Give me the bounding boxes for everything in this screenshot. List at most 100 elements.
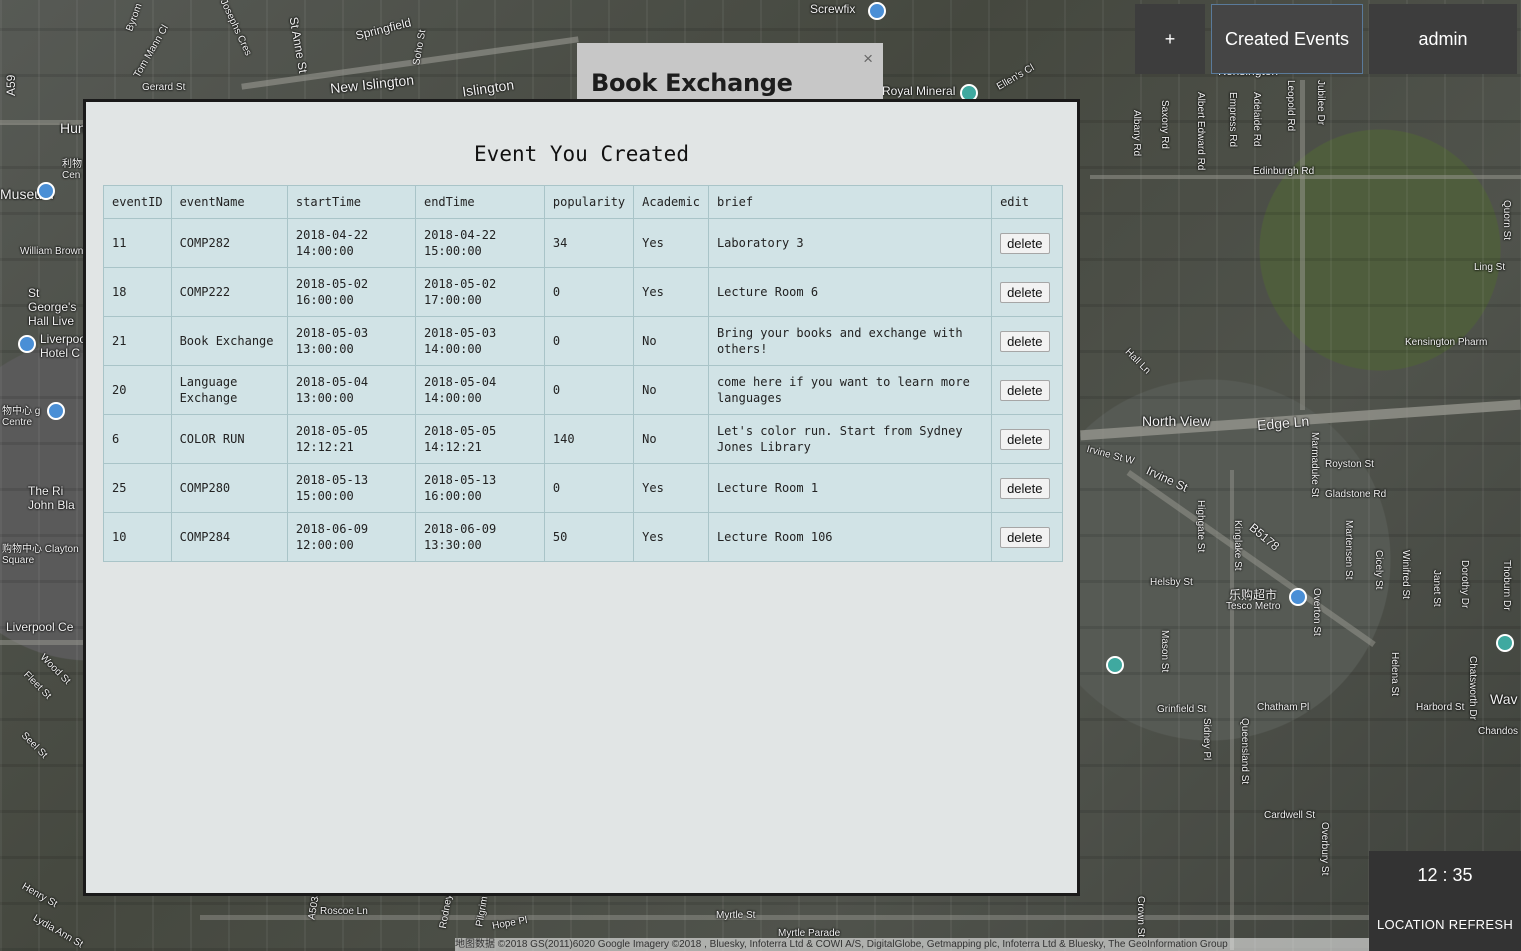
- map-label: Ellen's Cl: [995, 62, 1037, 93]
- map-label: Edge Ln: [1256, 412, 1310, 434]
- map-label: Crown St: [1135, 896, 1146, 938]
- popup-close-icon[interactable]: ×: [863, 49, 873, 69]
- created-events-button[interactable]: Created Events: [1211, 4, 1363, 74]
- map-label: Royal Mineral: [882, 84, 956, 98]
- map-label: Chandos: [1478, 726, 1519, 737]
- cell-starttime: 2018-05-13 15:00:00: [286, 463, 416, 513]
- map-label: Liverpool Ce: [6, 620, 74, 634]
- clock-display: 12 : 35: [1417, 865, 1473, 885]
- cell-academic: No: [633, 414, 709, 464]
- map-label: Cicely St: [1373, 550, 1384, 590]
- cell-eventname: COMP282: [170, 218, 288, 268]
- column-header-starttime: startTime: [286, 185, 416, 219]
- delete-button[interactable]: delete: [1000, 379, 1050, 401]
- cell-eventname: Book Exchange: [170, 316, 288, 366]
- cell-endtime: 2018-05-04 14:00:00: [414, 365, 545, 415]
- map-pin-icon[interactable]: [1496, 634, 1514, 652]
- created-events-modal: Event You Created eventID eventName star…: [83, 99, 1080, 896]
- cell-brief: Lecture Room 6: [707, 267, 993, 317]
- cell-edit: delete: [991, 218, 1063, 268]
- map-label: Thoburn Dr: [1501, 560, 1512, 611]
- table-row: 11 COMP282 2018-04-22 14:00:00 2018-04-2…: [103, 218, 1063, 268]
- popup-title: Book Exchange: [591, 69, 793, 97]
- map-pin-icon[interactable]: [1289, 588, 1307, 606]
- delete-button[interactable]: delete: [1000, 428, 1050, 450]
- cell-starttime: 2018-05-03 13:00:00: [286, 316, 416, 366]
- map-label: Wav: [1490, 691, 1518, 707]
- cell-brief: come here if you want to learn more lang…: [707, 365, 993, 415]
- cell-popularity: 0: [543, 267, 635, 317]
- delete-button[interactable]: delete: [1000, 477, 1050, 499]
- cell-starttime: 2018-04-22 14:00:00: [286, 218, 416, 268]
- column-header-endtime: endTime: [414, 185, 545, 219]
- map-label: Roscoe Ln: [320, 906, 368, 917]
- map-label: Overton St: [1311, 588, 1322, 636]
- map-label: William Brown: [20, 246, 84, 257]
- map-pin-icon[interactable]: [47, 402, 65, 420]
- map-label: Josephs Cres: [217, 0, 254, 58]
- map-label: Henry St: [19, 881, 60, 910]
- map-label: Harbord St: [1416, 702, 1465, 713]
- cell-popularity: 0: [543, 365, 635, 415]
- admin-user-button[interactable]: admin: [1369, 4, 1517, 74]
- column-header-brief: brief: [707, 185, 993, 219]
- cell-starttime: 2018-05-05 12:12:21: [286, 414, 416, 464]
- table-row: 10 COMP284 2018-06-09 12:00:00 2018-06-0…: [103, 512, 1063, 562]
- cell-academic: No: [633, 365, 709, 415]
- cell-eventname: COLOR RUN: [170, 414, 288, 464]
- delete-button[interactable]: delete: [1000, 232, 1050, 254]
- cell-eventid: 21: [103, 316, 172, 366]
- cell-eventid: 18: [103, 267, 172, 317]
- cell-academic: Yes: [633, 512, 709, 562]
- map-label: Leopold Rd: [1285, 80, 1296, 132]
- cell-endtime: 2018-05-13 16:00:00: [414, 463, 545, 513]
- cell-brief: Laboratory 3: [707, 218, 993, 268]
- delete-button[interactable]: delete: [1000, 526, 1050, 548]
- map-label: St George's Hall Live: [28, 286, 77, 328]
- cell-endtime: 2018-05-02 17:00:00: [414, 267, 545, 317]
- cell-popularity: 140: [543, 414, 635, 464]
- cell-eventid: 11: [103, 218, 172, 268]
- cell-endtime: 2018-05-03 14:00:00: [414, 316, 545, 366]
- map-label: Liverpool Hotel C: [40, 332, 89, 360]
- table-row: 20 Language Exchange 2018-05-04 13:00:00…: [103, 365, 1063, 415]
- column-header-popularity: popularity: [543, 185, 635, 219]
- map-label: Cardwell St: [1264, 810, 1316, 821]
- cell-eventname: COMP284: [170, 512, 288, 562]
- map-label: Screwfix: [810, 2, 856, 16]
- column-header-eventname: eventName: [170, 185, 288, 219]
- cell-eventname: COMP280: [170, 463, 288, 513]
- map-road: [1300, 80, 1305, 410]
- map-label: Wood St: [37, 652, 73, 687]
- map-label: Chatsworth Dr: [1467, 656, 1478, 720]
- cell-edit: delete: [991, 463, 1063, 513]
- map-road: [200, 915, 1370, 920]
- column-header-eventid: eventID: [103, 185, 172, 219]
- map-label: St Anne St: [286, 15, 311, 75]
- map-pin-icon[interactable]: [37, 182, 55, 200]
- map-label: Helena St: [1389, 652, 1400, 696]
- map-pin-icon[interactable]: [1106, 656, 1124, 674]
- delete-button[interactable]: delete: [1000, 330, 1050, 352]
- cell-edit: delete: [991, 267, 1063, 317]
- map-label: Hall Ln: [1122, 346, 1153, 377]
- map-label: Jubilee Dr: [1315, 80, 1326, 126]
- map-label: Highgate St: [1195, 500, 1206, 553]
- map-pin-icon[interactable]: [868, 2, 886, 20]
- map-label: Chatham Pl: [1257, 702, 1310, 713]
- map-label: Empress Rd: [1227, 92, 1238, 148]
- map-pin-icon[interactable]: [18, 335, 36, 353]
- location-refresh-button[interactable]: LOCATION REFRESH: [1369, 917, 1521, 932]
- map-label: Dorothy Dr: [1459, 560, 1470, 609]
- cell-starttime: 2018-06-09 12:00:00: [286, 512, 416, 562]
- cell-academic: Yes: [633, 218, 709, 268]
- map-label: Tom Mann Cl: [131, 23, 171, 80]
- map-label: Gerard St: [142, 82, 186, 93]
- add-event-button[interactable]: +: [1135, 4, 1205, 74]
- cell-academic: Yes: [633, 267, 709, 317]
- map-road: [0, 640, 85, 645]
- map-label: A59: [4, 74, 18, 96]
- cell-brief: Lecture Room 1: [707, 463, 993, 513]
- delete-button[interactable]: delete: [1000, 281, 1050, 303]
- map-label: Albany Rd: [1131, 110, 1142, 157]
